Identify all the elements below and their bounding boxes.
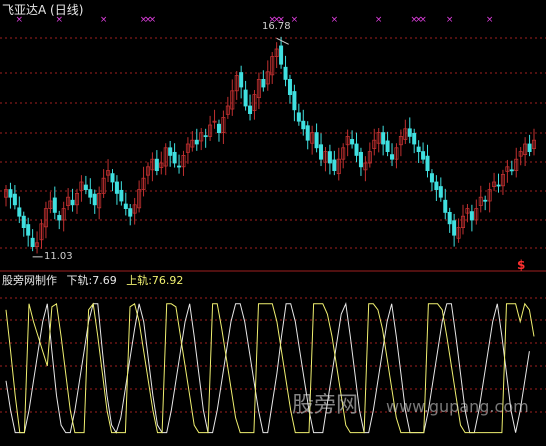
down-candle	[381, 132, 386, 145]
down-candle	[21, 215, 26, 228]
chart-title: 飞亚达A (日线)	[2, 3, 84, 17]
down-candle	[203, 135, 208, 138]
down-candle	[452, 220, 457, 236]
down-candle	[30, 237, 35, 248]
down-candle	[314, 132, 319, 149]
lower-band-label: 下轨:7.69	[66, 274, 117, 287]
down-candle	[123, 203, 128, 209]
down-candle	[52, 197, 57, 213]
down-candle	[119, 189, 124, 202]
down-candle	[509, 169, 514, 172]
down-candle	[429, 173, 434, 183]
high-price-label: 16.78	[262, 21, 291, 32]
down-candle	[216, 123, 221, 133]
marker-cross: ×	[100, 15, 108, 25]
marker-cross: ×	[375, 15, 383, 25]
down-candle	[292, 91, 297, 111]
down-candle	[412, 132, 417, 145]
down-candle	[83, 184, 88, 190]
down-candle	[416, 146, 421, 152]
signal-mark: $	[517, 258, 526, 272]
indicator-header: 股旁网制作 下轨:7.69 上轨:76.92	[2, 275, 189, 286]
candlestick-series	[4, 36, 537, 254]
down-candle	[443, 199, 448, 213]
down-candle	[496, 184, 501, 187]
down-candle	[110, 173, 115, 183]
down-candle	[385, 140, 390, 153]
down-candle	[128, 208, 133, 217]
down-candle	[243, 89, 248, 107]
watermark: 股旁网	[292, 393, 359, 418]
down-candle	[177, 165, 182, 168]
down-candle	[261, 79, 266, 88]
gridlines	[0, 37, 546, 413]
down-candle	[283, 66, 288, 80]
down-candle	[248, 105, 253, 114]
extreme-pointers	[32, 37, 289, 258]
down-candle	[319, 144, 324, 160]
down-candle	[239, 72, 244, 88]
marker-cross: ×	[446, 15, 454, 25]
down-candle	[296, 112, 301, 122]
down-candle	[26, 224, 31, 236]
down-candle	[350, 139, 355, 145]
low-price-label: 11.03	[44, 251, 73, 262]
down-candle	[287, 79, 292, 96]
down-candle	[70, 199, 75, 206]
down-candle	[12, 193, 17, 206]
marker-cross: ×	[331, 15, 339, 25]
stock-chart-window: { "title": "飞亚达A (日线)", "high_label": "1…	[0, 0, 546, 446]
marker-cross: ×	[419, 15, 427, 25]
down-candle	[527, 143, 532, 152]
down-candle	[327, 151, 332, 164]
down-candle	[279, 45, 284, 65]
marker-cross: ×	[149, 15, 157, 25]
down-candle	[8, 189, 13, 198]
down-candle	[469, 211, 474, 221]
down-candle	[425, 155, 430, 172]
down-candle	[438, 186, 443, 198]
marker-cross: ×	[486, 15, 494, 25]
indicator-name: 股旁网制作	[2, 274, 57, 287]
down-candle	[354, 143, 359, 156]
down-candle	[421, 151, 426, 160]
down-candle	[172, 151, 177, 164]
down-candle	[332, 159, 337, 172]
down-candle	[88, 189, 93, 198]
high-pointer-line	[276, 37, 289, 45]
down-candle	[407, 128, 412, 137]
down-candle	[483, 199, 488, 202]
down-candle	[434, 181, 439, 190]
marker-cross: ×	[291, 15, 299, 25]
marker-row: × × × ××× ××× × × × ××× × ×	[16, 15, 494, 25]
chart-canvas: × × × ××× ××× × × × ××× × ×	[0, 15, 546, 434]
down-candle	[154, 158, 159, 171]
down-candle	[358, 151, 363, 168]
down-candle	[301, 120, 306, 130]
down-candle	[390, 154, 395, 160]
down-candle	[447, 211, 452, 225]
down-candle	[17, 207, 22, 217]
watermark-url: www.gupang.com	[386, 397, 529, 416]
down-candle	[57, 215, 62, 221]
down-candle	[114, 181, 119, 194]
down-candle	[92, 193, 97, 206]
upper-band-label: 上轨:76.92	[126, 274, 184, 287]
down-candle	[168, 147, 173, 156]
down-candle	[305, 125, 310, 141]
down-candle	[194, 139, 199, 145]
